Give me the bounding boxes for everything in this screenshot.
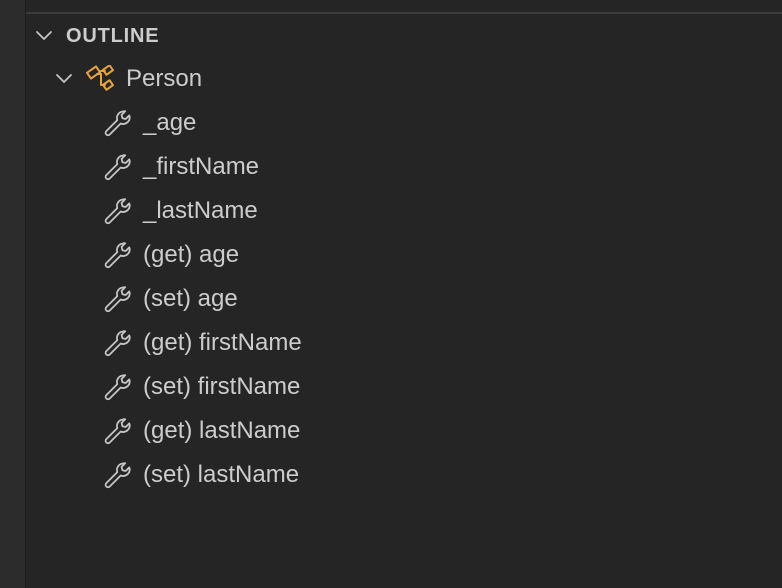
wrench-icon — [104, 374, 131, 401]
outline-member[interactable]: _lastName — [26, 189, 782, 233]
wrench-icon — [104, 198, 131, 225]
outline-class-person[interactable]: Person — [26, 57, 782, 101]
outline-member-label: (set) lastName — [143, 461, 300, 488]
outline-section-title: OUTLINE — [66, 25, 160, 47]
outline-class-label: Person — [126, 65, 203, 92]
outline-member[interactable]: _firstName — [26, 145, 782, 189]
wrench-icon — [104, 418, 131, 445]
outline-member[interactable]: (get) lastName — [26, 409, 782, 453]
outline-member-label: (get) lastName — [143, 417, 301, 444]
outline-member[interactable]: (set) age — [26, 277, 782, 321]
outline-panel: OUTLINE Person _age _firstName _lastName — [26, 0, 782, 588]
outline-member[interactable]: (set) firstName — [26, 365, 782, 409]
wrench-icon — [104, 286, 131, 313]
outline-section-header[interactable]: OUTLINE — [26, 20, 782, 52]
outline-member[interactable]: (get) age — [26, 233, 782, 277]
wrench-icon — [104, 154, 131, 181]
panel-divider — [26, 12, 782, 14]
outline-member-label: (set) firstName — [143, 373, 301, 400]
outline-member-label: _age — [143, 109, 197, 136]
outline-member-label: (get) age — [143, 241, 240, 268]
outline-member-label: _lastName — [143, 197, 258, 224]
wrench-icon — [104, 242, 131, 269]
class-icon — [86, 65, 114, 91]
chevron-down-icon[interactable] — [54, 69, 74, 89]
outline-member-label: _firstName — [143, 153, 260, 180]
outline-member-label: (get) firstName — [143, 329, 302, 356]
outline-member[interactable]: (get) firstName — [26, 321, 782, 365]
activity-bar-edge — [0, 0, 26, 588]
wrench-icon — [104, 462, 131, 489]
chevron-down-icon[interactable] — [34, 26, 54, 46]
outline-member[interactable]: (set) lastName — [26, 453, 782, 497]
outline-member-label: (set) age — [143, 285, 238, 312]
outline-member[interactable]: _age — [26, 101, 782, 145]
wrench-icon — [104, 330, 131, 357]
wrench-icon — [104, 110, 131, 137]
